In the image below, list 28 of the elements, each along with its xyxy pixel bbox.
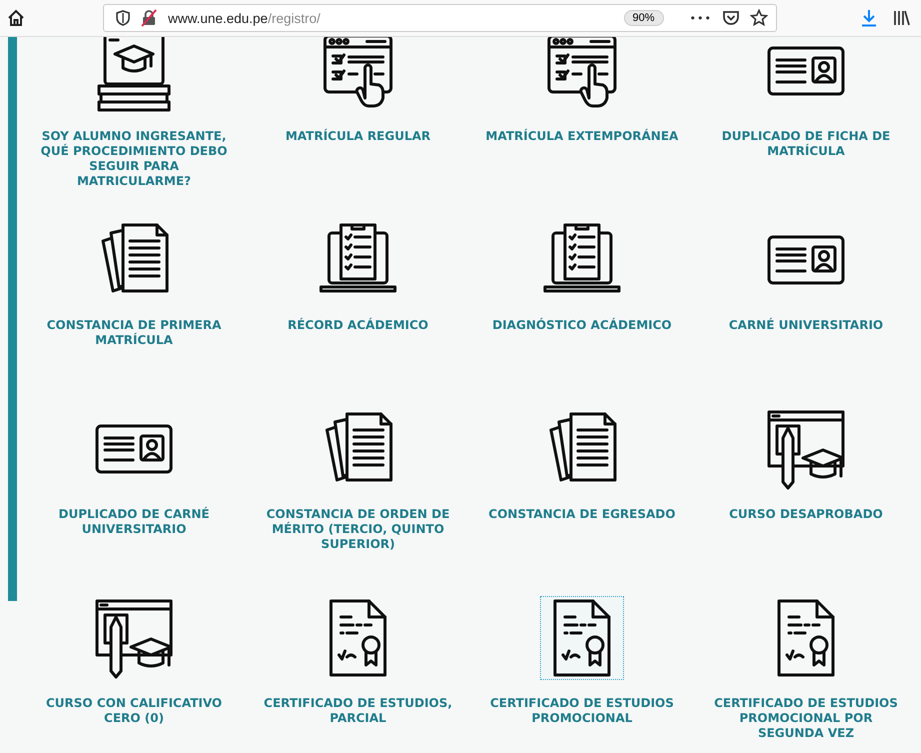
service-link[interactable]: CARNÉ UNIVERSITARIO	[728, 318, 884, 333]
service-link[interactable]: MATRÍCULA EXTEMPORÁNEA	[486, 129, 678, 144]
service-link[interactable]: CERTIFICADO DE ESTUDIOS PROMOCIONAL	[482, 696, 682, 726]
service-link[interactable]: CERTIFICADO DE ESTUDIOS, PARCIAL	[258, 696, 458, 726]
address-bar[interactable]: www.une.edu.pe/registro/ 90% •••	[103, 4, 777, 32]
download-icon[interactable]	[861, 9, 877, 27]
pocket-icon[interactable]	[722, 9, 740, 27]
service-link[interactable]: DUPLICADO DE CARNÉ UNIVERSITARIO	[34, 507, 234, 537]
service-link[interactable]: CONSTANCIA DE EGRESADO	[488, 507, 676, 522]
service-link[interactable]: CURSO CON CALIFICATIVO CERO (0)	[34, 696, 234, 726]
service-link[interactable]: CURSO DESAPROBADO	[729, 507, 883, 522]
certificate-icon[interactable]	[540, 596, 624, 680]
service-link[interactable]: CONSTANCIA DE ORDEN DE MÉRITO (TERCIO, QUINTO SUPERIOR)	[258, 507, 458, 552]
library-icon[interactable]	[893, 9, 911, 27]
star-icon[interactable]	[750, 9, 768, 27]
service-link[interactable]: SOY ALUMNO INGRESANTE, QUÉ PROCEDIMIENTO DEBO SEGUIR PARA MATRICULARME?	[34, 129, 234, 189]
more-button[interactable]: •••	[690, 12, 712, 24]
service-link[interactable]: DIAGNÓSTICO ACÁDEMICO	[492, 318, 672, 333]
service-link[interactable]: DUPLICADO DE FICHA DE MATRÍCULA	[706, 129, 906, 159]
insecure-lock-icon[interactable]	[140, 9, 158, 27]
home-icon[interactable]	[7, 9, 25, 27]
zoom-badge[interactable]: 90%	[624, 10, 664, 26]
service-link[interactable]: CERTIFICADO DE ESTUDIOS PROMOCIONAL POR SEGUNDA VEZ	[706, 696, 906, 741]
shield-icon[interactable]	[116, 10, 130, 26]
service-link[interactable]: MATRÍCULA REGULAR	[285, 129, 431, 144]
url-text[interactable]: www.une.edu.pe/registro/	[168, 10, 614, 26]
service-link[interactable]: CONSTANCIA DE PRIMERA MATRÍCULA	[34, 318, 234, 348]
service-link[interactable]: RÉCORD ACÁDEMICO	[288, 318, 428, 333]
